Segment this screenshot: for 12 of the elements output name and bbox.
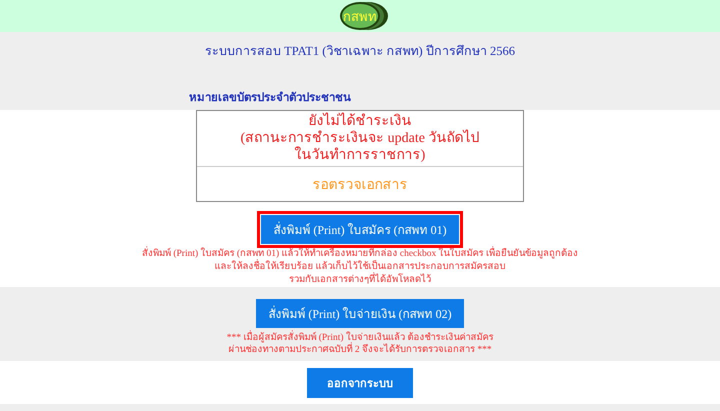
logout-button[interactable]: ออกจากระบบ — [307, 368, 413, 398]
document-status-text: รอตรวจเอกสาร — [312, 177, 408, 195]
payment-status-text: ในวันทำการราชการ) — [294, 147, 426, 164]
print-button[interactable]: สั่งพิมพ์ (Print) ใบสมัคร (กสพท 01) — [261, 215, 459, 244]
payment-status-text: (สถานะการชำระเงินจะ update วันถัดไป — [240, 130, 480, 146]
page-title: ระบบการสอบ TPAT1 (วิชาเฉพาะ กสพท) ปีการศึกษา 2566 — [205, 43, 515, 60]
note-text: ผ่านช่องทางตามประกาศฉบับที่ 2 จึงจะได้รับการตรวจเอกสาร *** — [228, 344, 492, 356]
print-button[interactable]: สั่งพิมพ์ (Print) ใบจ่ายเงิน (กสพท 02) — [256, 299, 464, 328]
payment-status-text: ยังไม่ได้ชำระเงิน — [308, 113, 412, 130]
id-card-label: หมายเลขบัตรประจำตัวประชาชน — [189, 89, 351, 106]
note-text: รวมกับเอกสารต่างๆที่ได้อัพโหลดไว้ — [289, 274, 431, 287]
note-text: *** เมื่อผู้สมัครสั่งพิมพ์ (Print) ใบจ่ายเงินแล้ว ต้องชำระเงินค่าสมัคร — [226, 332, 494, 344]
